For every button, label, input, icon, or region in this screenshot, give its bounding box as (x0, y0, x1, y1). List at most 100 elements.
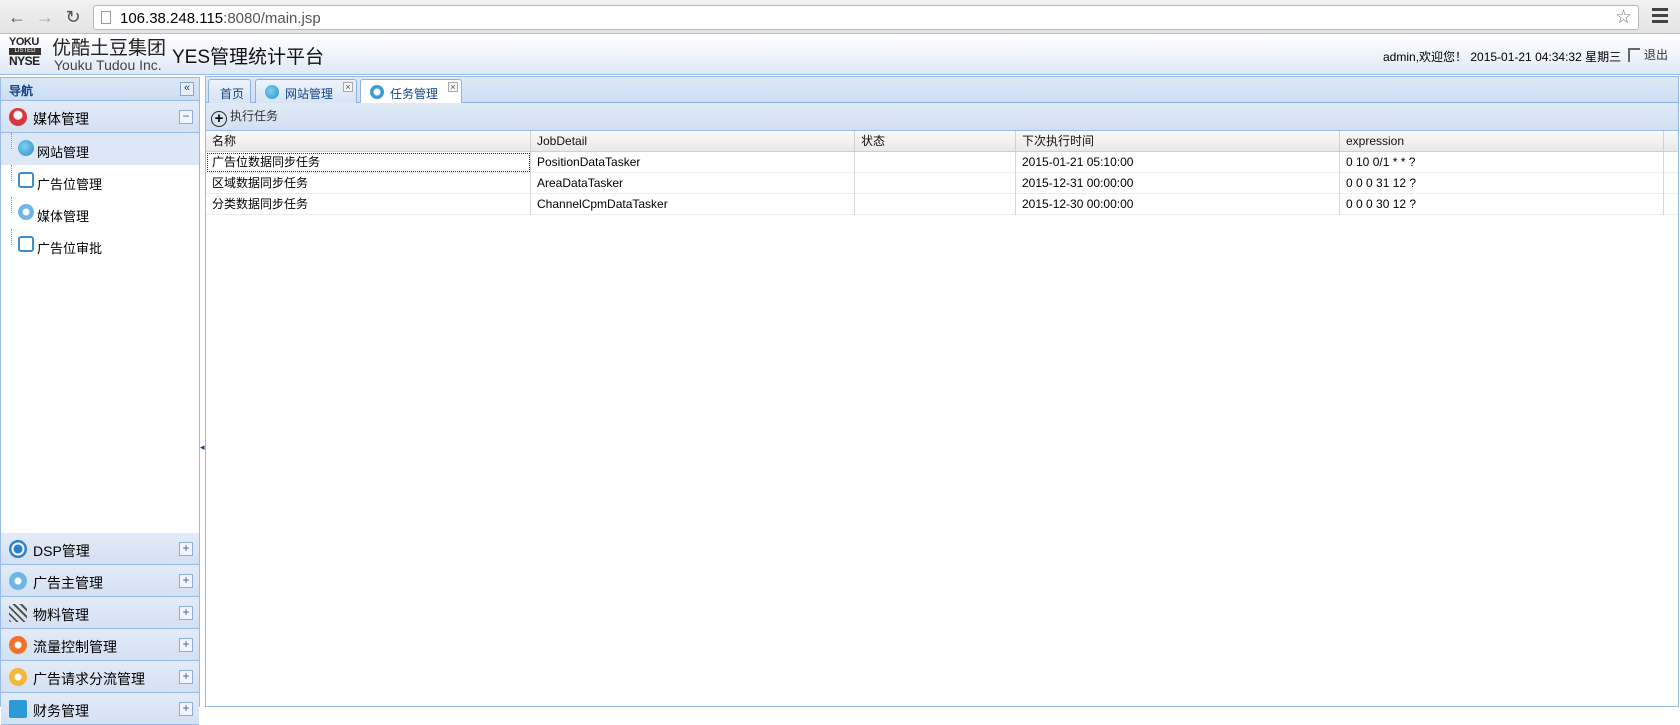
column-header[interactable]: 下次执行时间 (1016, 131, 1340, 152)
expand-group-button[interactable]: + (179, 542, 193, 556)
table-cell[interactable] (855, 173, 1016, 194)
company-name-cn: 优酷土豆集团 (52, 37, 167, 59)
collapse-group-button[interactable]: − (179, 110, 193, 124)
tab-home[interactable]: 首页 (208, 79, 251, 103)
dsp-icon (9, 540, 27, 558)
add-circle-icon: + (211, 111, 227, 127)
sidebar-item-ad-position[interactable]: 广告位管理 (1, 165, 199, 197)
collapse-sidebar-button[interactable]: « (180, 82, 194, 96)
browser-menu-icon[interactable] (1652, 8, 1668, 24)
table-cell[interactable] (855, 194, 1016, 215)
table-cell[interactable]: 区域数据同步任务 (206, 173, 531, 194)
expand-group-button[interactable]: + (179, 606, 193, 620)
url-text[interactable]: 106.38.248.115:8080/main.jsp (120, 10, 321, 27)
logout-label: 退出 (1644, 48, 1669, 62)
run-task-button[interactable]: + 执行任务 (211, 107, 278, 127)
tree-connector (11, 133, 12, 149)
table-cell[interactable]: 0 0 0 30 12 ? (1340, 194, 1664, 215)
logout-icon (1628, 48, 1640, 62)
url-path: :8080/main.jsp (223, 10, 321, 27)
nav-group-material[interactable]: 物料管理 + (1, 597, 199, 629)
table-cell[interactable]: 2015-01-21 05:10:00 (1016, 152, 1340, 173)
expand-group-button[interactable]: + (179, 574, 193, 588)
user-info: admin,欢迎您！ 2015-01-21 04:34:32 星期三 (1383, 50, 1622, 64)
table-row[interactable]: 区域数据同步任务 AreaDataTasker 2015-12-31 00:00… (206, 173, 1678, 194)
close-icon[interactable]: × (343, 82, 353, 92)
grid-header: 名称 JobDetail 状态 下次执行时间 expression (206, 131, 1678, 152)
nav-group-media[interactable]: 媒体管理 − (1, 101, 199, 133)
main-panel: 首页 网站管理 × 任务管理 × + 执行任务 名称 JobDetail 状态 下… (205, 76, 1679, 707)
app-header: YOKU LISTED NYSE 优酷土豆集团 Youku Tudou Inc.… (0, 35, 1680, 75)
column-header[interactable]: 状态 (855, 131, 1016, 152)
expand-group-button[interactable]: + (179, 702, 193, 716)
nav-group-label: 广告主管理 (33, 575, 103, 591)
tree-connector (11, 165, 12, 181)
tree-connector (11, 229, 12, 245)
table-cell[interactable]: 0 0 0 31 12 ? (1340, 173, 1664, 194)
table-cell[interactable]: ChannelCpmDataTasker (531, 194, 855, 215)
media-group-icon (9, 108, 27, 126)
table-cell[interactable]: 分类数据同步任务 (206, 194, 531, 215)
sidebar-item-ad-approval[interactable]: 广告位审批 (1, 229, 199, 261)
close-icon[interactable]: × (448, 82, 458, 92)
traffic-icon (9, 636, 27, 654)
table-cell[interactable]: 2015-12-31 00:00:00 (1016, 173, 1340, 194)
tab-label: 首页 (220, 87, 245, 101)
back-arrow-icon[interactable]: ← (6, 6, 28, 28)
app-title: YES管理统计平台 (172, 47, 325, 68)
table-row[interactable]: 广告位数据同步任务 PositionDataTasker 2015-01-21 … (206, 152, 1678, 173)
nav-group-label: 流量控制管理 (33, 639, 117, 655)
nav-group-label: DSP管理 (33, 543, 90, 559)
table-cell[interactable]: 2015-12-30 00:00:00 (1016, 194, 1340, 215)
material-icon (9, 604, 27, 622)
tab-task[interactable]: 任务管理 × (360, 79, 462, 104)
bookmark-star-icon[interactable]: ☆ (1615, 6, 1632, 29)
sidebar-title: 导航 (9, 84, 34, 98)
table-cell[interactable] (855, 152, 1016, 173)
company-name-en: Youku Tudou Inc. (54, 57, 162, 73)
column-header[interactable]: 名称 (206, 131, 531, 152)
table-cell[interactable]: 广告位数据同步任务 (206, 152, 531, 173)
tab-strip: 首页 网站管理 × 任务管理 × (206, 77, 1678, 104)
table-cell[interactable]: PositionDataTasker (531, 152, 855, 173)
column-header[interactable]: JobDetail (531, 131, 855, 152)
page-icon (101, 11, 111, 24)
expand-group-button[interactable]: + (179, 670, 193, 684)
table-row[interactable]: 分类数据同步任务 ChannelCpmDataTasker 2015-12-30… (206, 194, 1678, 215)
sidebar-item-label: 广告位管理 (37, 177, 103, 192)
sidebar-item-label: 媒体管理 (37, 209, 90, 224)
tv-icon (18, 172, 34, 188)
sidebar-item-media[interactable]: 媒体管理 (1, 197, 199, 229)
phone-icon (9, 668, 27, 686)
task-grid: 名称 JobDetail 状态 下次执行时间 expression 广告位数据同… (206, 131, 1678, 215)
table-cell[interactable]: AreaDataTasker (531, 173, 855, 194)
logo-line3: NYSE (9, 54, 40, 68)
sidebar-header: 导航 « (1, 78, 199, 101)
address-bar[interactable]: 106.38.248.115:8080/main.jsp ☆ (93, 5, 1639, 30)
expand-group-button[interactable]: + (179, 638, 193, 652)
table-cell[interactable]: 0 10 0/1 * * ? (1340, 152, 1664, 173)
nav-group-traffic[interactable]: 流量控制管理 + (1, 629, 199, 661)
tree-connector (11, 197, 12, 213)
tab-website[interactable]: 网站管理 × (255, 79, 357, 103)
column-header[interactable]: expression (1340, 131, 1664, 152)
nav-group-ad-request[interactable]: 广告请求分流管理 + (1, 661, 199, 693)
logo-line1: YOKU (9, 36, 39, 48)
globe-icon (265, 85, 279, 99)
advertiser-icon (9, 572, 27, 590)
media-tree: 网站管理 广告位管理 媒体管理 广告位审批 (1, 133, 199, 533)
forward-arrow-icon[interactable]: → (34, 6, 56, 28)
nav-group-label: 财务管理 (33, 703, 89, 719)
nav-group-advertiser[interactable]: 广告主管理 + (1, 565, 199, 597)
nav-group-label: 广告请求分流管理 (33, 671, 145, 687)
nav-group-label: 媒体管理 (33, 111, 89, 127)
nyse-logo: YOKU LISTED NYSE (9, 37, 43, 73)
navigation-sidebar: 导航 « 媒体管理 − 网站管理 广告位管理 媒体管理 广告位审批 DSP管理 … (0, 77, 200, 725)
logout-button[interactable]: 退出 (1628, 46, 1668, 63)
sidebar-item-website[interactable]: 网站管理 (1, 133, 199, 165)
nav-group-finance[interactable]: 财务管理 + (1, 693, 199, 725)
task-icon (370, 85, 384, 99)
grid-toolbar: + 执行任务 (206, 103, 1678, 131)
nav-group-dsp[interactable]: DSP管理 + (1, 533, 199, 565)
reload-icon[interactable]: ↻ (62, 6, 84, 28)
